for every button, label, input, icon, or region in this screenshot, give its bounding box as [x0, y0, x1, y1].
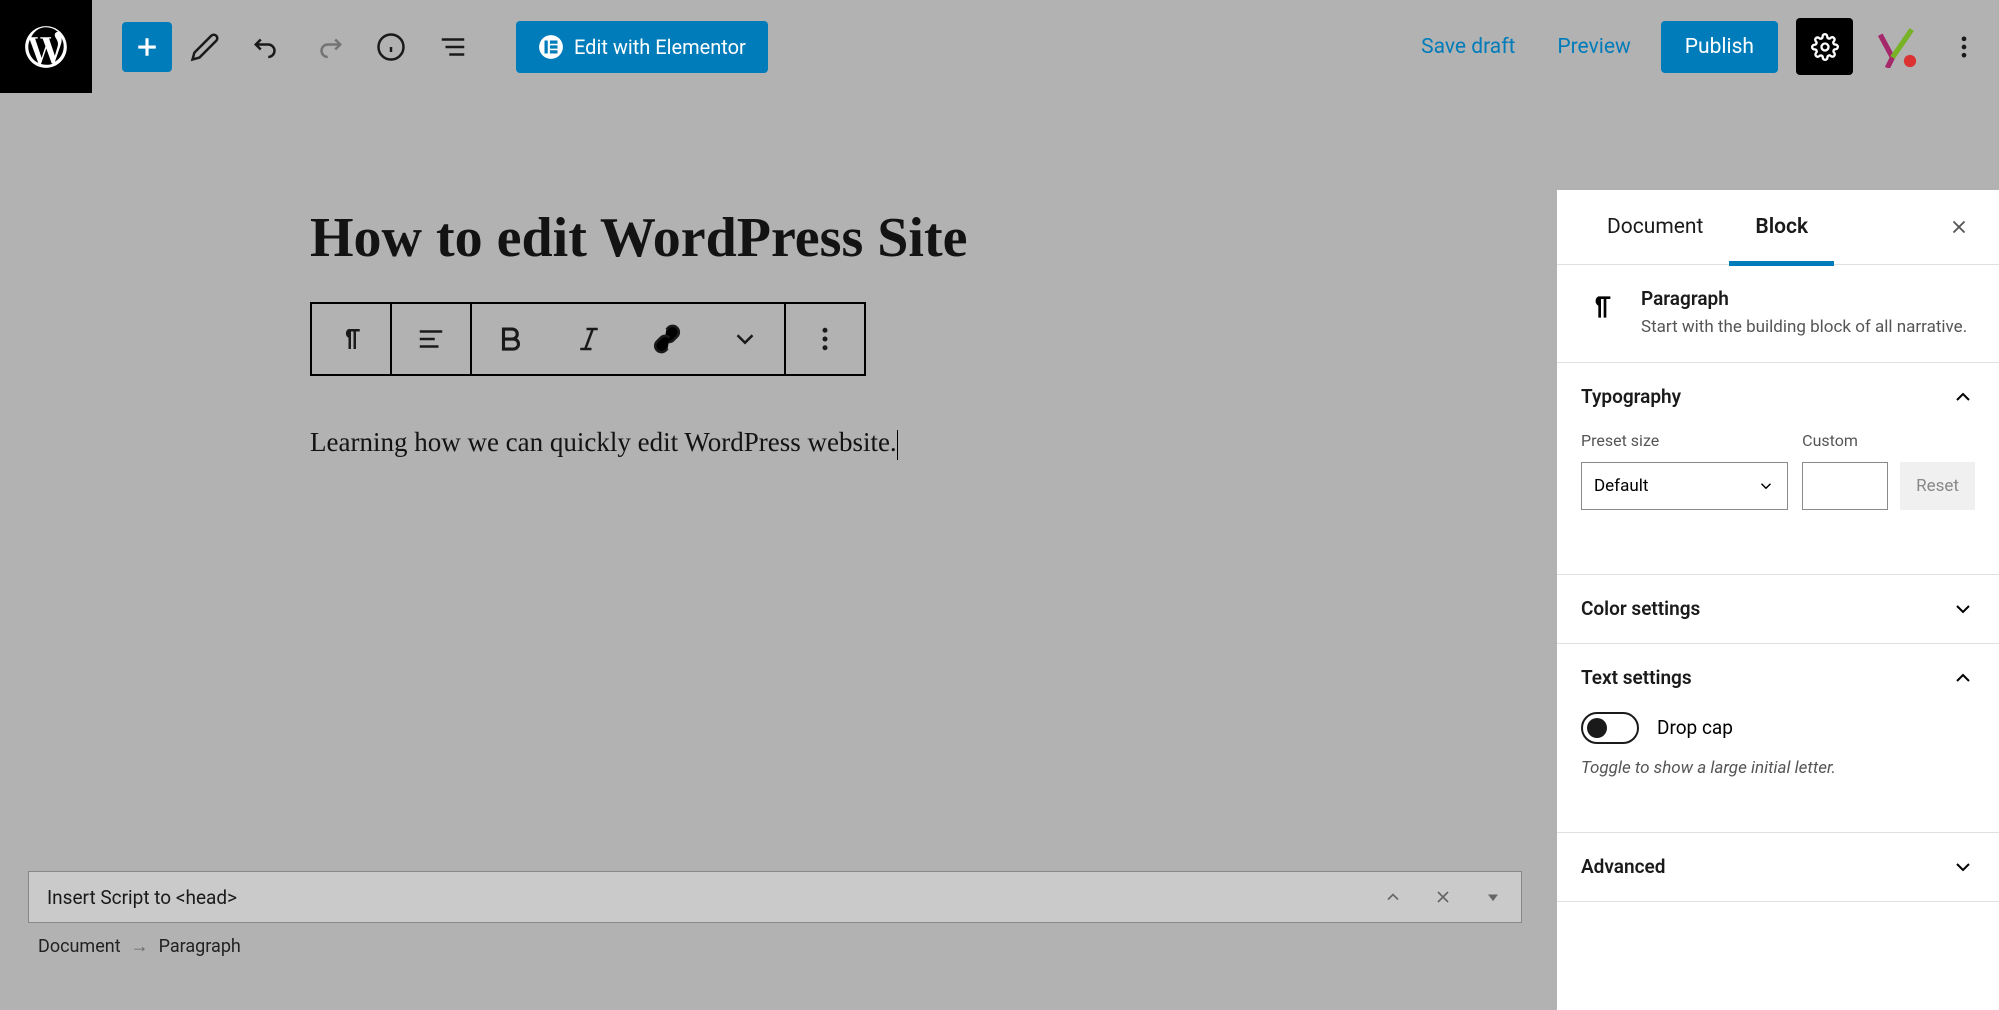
link-icon	[652, 324, 682, 354]
panel-color-title: Color settings	[1581, 597, 1700, 620]
preset-size-select[interactable]: Default	[1581, 462, 1788, 510]
script-panel-title: Insert Script to <head>	[47, 886, 237, 909]
more-formatting-button[interactable]	[706, 304, 784, 374]
elementor-icon	[538, 34, 564, 60]
panel-text-title: Text settings	[1581, 666, 1692, 689]
info-icon	[376, 32, 406, 62]
undo-button[interactable]	[238, 22, 296, 72]
block-info-title: Paragraph	[1641, 287, 1967, 310]
chevron-down-icon	[1951, 597, 1975, 621]
preview-button[interactable]: Preview	[1545, 27, 1642, 67]
settings-sidebar: Document Block Paragraph Start with the …	[1557, 190, 1999, 1010]
block-toolbar	[310, 302, 866, 376]
breadcrumb-paragraph[interactable]: Paragraph	[159, 936, 241, 957]
plus-icon	[132, 32, 162, 62]
chevron-down-icon	[730, 324, 760, 354]
block-more-button[interactable]	[786, 304, 864, 374]
post-title[interactable]: How to edit WordPress Site	[310, 205, 1250, 272]
sidebar-tabs: Document Block	[1557, 190, 1999, 265]
panel-typography-header[interactable]: Typography	[1557, 363, 1999, 431]
italic-button[interactable]	[550, 304, 628, 374]
paragraph-icon	[1585, 291, 1617, 323]
preset-size-label: Preset size	[1581, 431, 1788, 450]
info-button[interactable]	[362, 22, 420, 72]
dropcap-label: Drop cap	[1657, 716, 1733, 739]
block-info: Paragraph Start with the building block …	[1557, 265, 1999, 363]
list-icon	[438, 32, 468, 62]
panel-typography-body: Preset size Default Custom Reset	[1557, 431, 1999, 534]
redo-button[interactable]	[300, 22, 358, 72]
edit-mode-button[interactable]	[176, 22, 234, 72]
custom-size-input[interactable]	[1802, 462, 1888, 510]
toolbar-right-group: Save draft Preview Publish	[1409, 18, 1989, 75]
redo-icon	[314, 32, 344, 62]
breadcrumb-arrow-icon: →	[131, 936, 149, 957]
breadcrumb: Document → Paragraph	[38, 936, 241, 957]
gear-icon	[1811, 33, 1839, 61]
dropcap-help: Toggle to show a large initial letter.	[1581, 758, 1975, 778]
script-panel-controls	[1383, 887, 1503, 907]
undo-icon	[252, 32, 282, 62]
panel-text-settings: Text settings Drop cap Toggle to show a …	[1557, 644, 1999, 833]
edit-with-elementor-button[interactable]: Edit with Elementor	[516, 21, 768, 73]
panel-advanced-header[interactable]: Advanced	[1557, 833, 1999, 901]
bold-icon	[496, 324, 526, 354]
chevron-up-icon	[1951, 666, 1975, 690]
close-icon[interactable]	[1433, 887, 1453, 907]
caret-down-icon[interactable]	[1483, 887, 1503, 907]
elementor-label: Edit with Elementor	[574, 35, 746, 59]
paragraph-block[interactable]: Learning how we can quickly edit WordPre…	[310, 421, 1250, 464]
add-block-button[interactable]	[122, 22, 172, 72]
save-draft-button[interactable]: Save draft	[1409, 27, 1527, 67]
editor-canvas: How to edit WordPress Site	[0, 95, 1999, 943]
paragraph-icon	[336, 324, 366, 354]
top-toolbar: Edit with Elementor Save draft Preview P…	[0, 0, 1999, 93]
panel-color-header[interactable]: Color settings	[1557, 575, 1999, 643]
more-vertical-icon	[810, 324, 840, 354]
wordpress-icon	[21, 22, 71, 72]
dropcap-toggle[interactable]	[1581, 712, 1639, 744]
more-vertical-icon	[1950, 33, 1978, 61]
more-options-button[interactable]	[1939, 22, 1989, 72]
pencil-icon	[190, 32, 220, 62]
settings-button[interactable]	[1796, 18, 1853, 75]
wordpress-logo[interactable]	[0, 0, 92, 93]
align-left-icon	[416, 324, 446, 354]
insert-script-panel[interactable]: Insert Script to <head>	[28, 871, 1522, 923]
chevron-down-icon	[1757, 477, 1775, 495]
bold-button[interactable]	[472, 304, 550, 374]
block-info-desc: Start with the building block of all nar…	[1641, 316, 1967, 340]
publish-button[interactable]: Publish	[1661, 21, 1778, 73]
yoast-button[interactable]	[1871, 22, 1921, 72]
align-button[interactable]	[392, 304, 470, 374]
panel-text-body: Drop cap Toggle to show a large initial …	[1557, 712, 1999, 802]
yoast-icon	[1875, 26, 1917, 68]
block-type-button[interactable]	[312, 304, 390, 374]
breadcrumb-document[interactable]: Document	[38, 936, 121, 957]
panel-typography-title: Typography	[1581, 385, 1681, 408]
close-icon	[1948, 216, 1970, 238]
custom-size-label: Custom	[1802, 431, 1975, 450]
tab-document[interactable]: Document	[1581, 190, 1729, 265]
panel-advanced-title: Advanced	[1581, 855, 1665, 878]
reset-button[interactable]: Reset	[1900, 462, 1975, 510]
tab-block[interactable]: Block	[1729, 190, 1834, 265]
chevron-down-icon	[1951, 855, 1975, 879]
toolbar-left-group: Edit with Elementor	[122, 21, 768, 73]
close-settings-button[interactable]	[1939, 207, 1979, 247]
block-info-icon	[1581, 287, 1621, 327]
panel-advanced: Advanced	[1557, 833, 1999, 902]
editor-content: How to edit WordPress Site	[0, 95, 1560, 464]
panel-typography: Typography Preset size Default	[1557, 363, 1999, 575]
chevron-up-icon	[1951, 385, 1975, 409]
italic-icon	[574, 324, 604, 354]
outline-button[interactable]	[424, 22, 482, 72]
link-button[interactable]	[628, 304, 706, 374]
chevron-up-icon[interactable]	[1383, 887, 1403, 907]
panel-color-settings: Color settings	[1557, 575, 1999, 644]
panel-text-header[interactable]: Text settings	[1557, 644, 1999, 712]
